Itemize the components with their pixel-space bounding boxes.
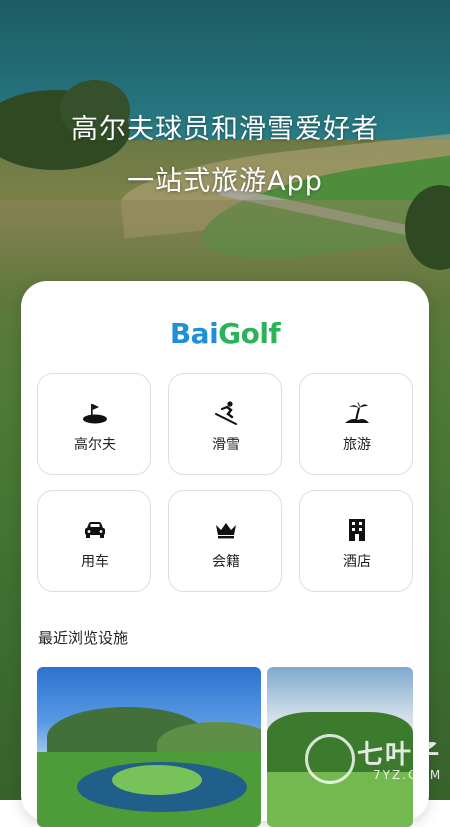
headline: 高尔夫球员和滑雪爱好者 一站式旅游App: [0, 104, 450, 208]
category-label: 会籍: [212, 554, 240, 570]
category-hotel[interactable]: 酒店: [299, 490, 413, 592]
main-card: BaiGolf 高尔夫 滑雪 旅游 用车 会籍 酒店 最近浏览设施: [21, 281, 429, 827]
logo-text-golf: Golf: [218, 317, 281, 350]
category-label: 高尔夫: [74, 437, 116, 453]
headline-line-1: 高尔夫球员和滑雪爱好者: [71, 114, 379, 145]
hotel-icon: [300, 517, 414, 543]
category-car[interactable]: 用车: [37, 490, 151, 592]
category-label: 酒店: [343, 554, 371, 570]
golf-icon: [38, 400, 152, 426]
skiing-icon: [169, 400, 283, 426]
crown-icon: [169, 517, 283, 543]
car-icon: [38, 517, 152, 543]
recent-facility-card[interactable]: [267, 667, 413, 827]
recent-facility-card[interactable]: [37, 667, 261, 827]
category-golf[interactable]: 高尔夫: [37, 373, 151, 475]
logo-text-bai: Bai: [169, 317, 219, 350]
recent-facilities-title: 最近浏览设施: [38, 629, 129, 647]
category-membership[interactable]: 会籍: [168, 490, 282, 592]
baigolf-logo: BaiGolf: [21, 317, 429, 350]
category-ski[interactable]: 滑雪: [168, 373, 282, 475]
headline-line-2: 一站式旅游App: [127, 166, 323, 197]
category-grid: 高尔夫 滑雪 旅游 用车 会籍 酒店: [37, 373, 414, 596]
island-icon: [300, 400, 414, 426]
category-travel[interactable]: 旅游: [299, 373, 413, 475]
category-label: 旅游: [343, 437, 371, 453]
category-label: 滑雪: [212, 437, 240, 453]
category-label: 用车: [81, 554, 109, 570]
